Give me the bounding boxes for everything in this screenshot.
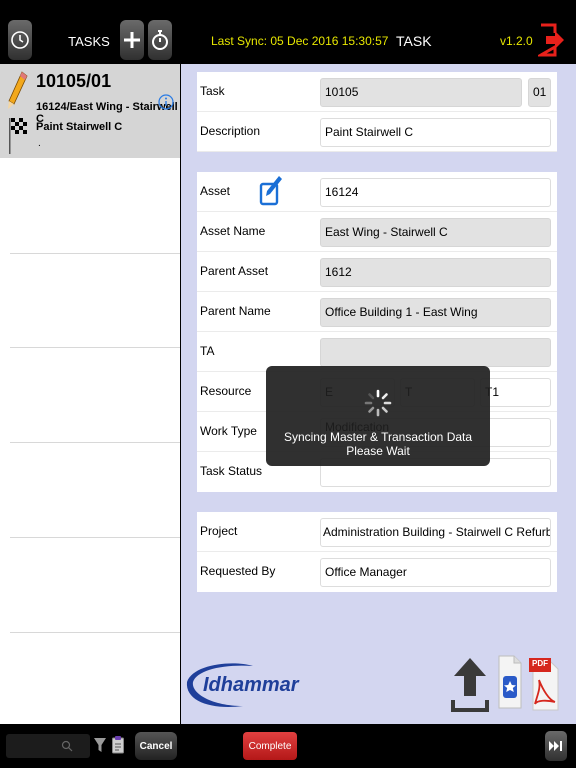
clipboard-icon[interactable] [111, 735, 125, 755]
asset-field[interactable]: 16124 [320, 178, 551, 207]
task-field: 10105 [320, 78, 522, 107]
parent-asset-field: 1612 [320, 258, 551, 287]
timer-button[interactable] [148, 20, 172, 60]
task-detail-header: Last Sync: 05 Dec 2016 15:30:57 TASK v1.… [181, 0, 576, 64]
clock-icon [11, 31, 29, 49]
task-row: Task 10105 01 [197, 72, 557, 112]
description-label: Description [200, 124, 261, 138]
list-divider [10, 632, 180, 633]
pencil-icon [8, 71, 28, 109]
parent-asset-row: Parent Asset 1612 [197, 252, 557, 292]
task-list-title: TASKS [68, 34, 110, 49]
exit-icon[interactable] [538, 22, 566, 58]
history-button[interactable] [8, 20, 32, 60]
task-list-footer: Cancel [0, 724, 180, 768]
requested-by-row: Requested By Office Manager [197, 552, 557, 592]
requested-by-field[interactable]: Office Manager [320, 558, 551, 587]
asset-name-row: Asset Name East Wing - Stairwell C [197, 212, 557, 252]
asset-name-label: Asset Name [200, 224, 266, 238]
search-icon [61, 740, 73, 752]
parent-name-field: Office Building 1 - East Wing [320, 298, 551, 327]
parent-asset-label: Parent Asset [200, 264, 269, 278]
resource-field-3[interactable]: T1 [480, 378, 551, 407]
task-detail-footer: Complete [181, 724, 576, 768]
document-icon[interactable] [497, 654, 523, 710]
edit-icon[interactable] [259, 174, 283, 208]
work-type-label: Work Type [200, 424, 257, 438]
logo-text: Idhammar [203, 674, 299, 696]
company-logo: Idhammar [183, 660, 299, 712]
fast-forward-icon [549, 741, 562, 751]
complete-button[interactable]: Complete [243, 732, 297, 760]
add-task-button[interactable] [120, 20, 144, 60]
loading-spinner-icon [364, 389, 392, 417]
asset-row: Asset 16124 [197, 172, 557, 212]
parent-name-row: Parent Name Office Building 1 - East Win… [197, 292, 557, 332]
task-list-toolbar: TASKS [0, 0, 180, 64]
cancel-button[interactable]: Cancel [135, 732, 177, 760]
requested-by-label: Requested By [200, 564, 276, 578]
task-extra-line: . [38, 138, 41, 149]
upload-icon[interactable] [451, 656, 489, 714]
description-field[interactable]: Paint Stairwell C [320, 118, 551, 147]
list-divider [10, 347, 180, 348]
project-row: Project Administration Building - Stairw… [197, 512, 557, 552]
next-button[interactable] [545, 731, 567, 761]
page-title: TASK [396, 33, 432, 49]
task-list-item[interactable]: 10105/01 16124/East Wing - Stairwell C P… [0, 64, 180, 158]
asset-label: Asset [200, 184, 231, 198]
last-sync-text: Last Sync: 05 Dec 2016 15:30:57 [211, 34, 389, 48]
checkered-flag-icon [9, 118, 27, 154]
asset-name-field: East Wing - Stairwell C [320, 218, 551, 247]
task-suffix-field: 01 [528, 78, 551, 107]
task-status-label: Task Status [200, 464, 263, 478]
task-card: Task 10105 01 Description Paint Stairwel… [197, 72, 557, 152]
list-divider [10, 253, 180, 254]
stopwatch-icon [152, 30, 168, 50]
project-card: Project Administration Building - Stairw… [197, 512, 557, 592]
resource-label: Resource [200, 384, 252, 398]
info-icon[interactable] [158, 94, 174, 110]
project-label: Project [200, 524, 238, 538]
task-description-line: Paint Stairwell C [36, 121, 123, 133]
task-list-panel: TASKS 10105/01 16124/East Wing - Stairwe… [0, 0, 180, 768]
ta-label: TA [200, 344, 215, 358]
project-field[interactable]: Administration Building - Stairwell C Re… [320, 518, 551, 547]
parent-name-label: Parent Name [200, 304, 271, 318]
list-divider [10, 537, 180, 538]
sync-message: Syncing Master & Transaction Data Please… [283, 430, 473, 458]
ta-field [320, 338, 551, 367]
plus-icon [124, 32, 140, 48]
search-input[interactable] [6, 734, 90, 758]
filter-icon[interactable] [93, 736, 107, 754]
task-number: 10105/01 [36, 71, 112, 91]
list-divider [10, 442, 180, 443]
description-row: Description Paint Stairwell C [197, 112, 557, 152]
pdf-badge-text: PDF [532, 659, 548, 668]
version-label: v1.2.0 [500, 34, 533, 48]
sync-progress-overlay: Syncing Master & Transaction Data Please… [266, 366, 490, 466]
task-label: Task [200, 84, 225, 98]
